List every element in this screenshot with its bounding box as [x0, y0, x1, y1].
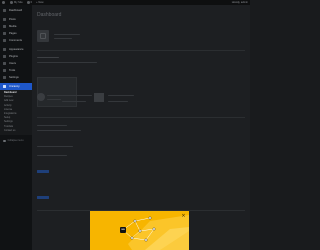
- sidebar-item-comments[interactable]: Comments: [0, 37, 32, 44]
- wordpress-logo[interactable]: [2, 1, 6, 4]
- section-text-line: [37, 125, 67, 127]
- sidebar-item-label: Posts: [9, 18, 16, 21]
- sidebar-item-appearance[interactable]: Appearance: [0, 46, 32, 53]
- sidebar-item-users[interactable]: Users: [0, 60, 32, 67]
- section-text-line: [37, 155, 67, 157]
- pin-icon: [3, 18, 6, 21]
- page-title: Dashboard: [37, 12, 62, 18]
- greeting: Howdy, admin: [231, 1, 248, 4]
- sidebar-item-label: Media: [9, 25, 17, 28]
- admin-sidebar: Dashboard Posts Media Pages Comments Appear…: [0, 5, 32, 250]
- list-text-line: [108, 101, 128, 103]
- list-text-line: [108, 95, 134, 97]
- header-text-line: [54, 38, 72, 40]
- wordpress-icon: [2, 1, 5, 4]
- plug-icon: [3, 55, 6, 58]
- site-name-link[interactable]: My Site: [10, 1, 23, 4]
- logo-icon: [40, 33, 46, 39]
- collapse-label: Collapse menu: [7, 139, 24, 143]
- new-content-link[interactable]: + New: [36, 1, 43, 4]
- sidebar-item-uncanny[interactable]: Uncanny: [0, 83, 32, 90]
- wrench-icon: [3, 69, 6, 72]
- header-text-line: [54, 34, 80, 36]
- new-label: + New: [36, 1, 44, 4]
- home-icon: [10, 1, 13, 4]
- action-link[interactable]: [37, 170, 49, 173]
- sidebar-item-media[interactable]: Media: [0, 23, 32, 30]
- comment-bubble-icon: [26, 1, 30, 4]
- sidebar-item-pages[interactable]: Pages: [0, 30, 32, 37]
- sidebar-item-label: Settings: [9, 76, 19, 79]
- submenu: Dashboard Recipes Add new Activity License In…: [0, 90, 32, 135]
- account-link[interactable]: Howdy, admin: [232, 1, 248, 4]
- promo-popup: ua ×: [90, 211, 189, 250]
- media-icon: [3, 25, 6, 28]
- sidebar-item-label: Uncanny: [9, 85, 20, 88]
- collapse-menu-button[interactable]: Collapse menu: [0, 138, 32, 144]
- dashboard-icon: [3, 9, 6, 12]
- plugin-logo-icon: [3, 85, 6, 88]
- sidebar-item-label: Appearance: [9, 48, 24, 51]
- popup-logo-icon: ua: [120, 227, 126, 233]
- info-card: [37, 77, 77, 107]
- plugin-logo: [37, 30, 49, 42]
- sidebar-item-posts[interactable]: Posts: [0, 16, 32, 23]
- divider: [37, 117, 245, 118]
- divider: [37, 50, 245, 51]
- sidebar-item-label: Pages: [9, 32, 17, 35]
- brush-icon: [3, 48, 6, 51]
- site-name: My Site: [14, 1, 23, 4]
- sidebar-item-plugins[interactable]: Plugins: [0, 53, 32, 60]
- comments-count: 0: [30, 1, 33, 4]
- close-icon[interactable]: ×: [181, 214, 186, 219]
- action-link[interactable]: [37, 196, 49, 199]
- user-icon: [3, 62, 6, 65]
- sidebar-item-tools[interactable]: Tools: [0, 67, 32, 74]
- submenu-item-contact-us[interactable]: Contact us: [0, 129, 32, 133]
- sidebar-item-dashboard[interactable]: Dashboard: [0, 7, 32, 14]
- page-icon: [3, 32, 6, 35]
- network-illustration: [122, 215, 189, 250]
- collapse-icon: [3, 139, 6, 143]
- thumbnail: [94, 93, 104, 102]
- sidebar-item-label: Comments: [9, 39, 22, 42]
- sidebar-item-settings[interactable]: Settings: [0, 74, 32, 81]
- popup-banner: ua ×: [90, 211, 189, 250]
- section-text-line: [37, 62, 97, 64]
- section-text-line: [37, 130, 81, 132]
- section-text-line: [37, 146, 73, 148]
- sidebar-item-label: Plugins: [9, 55, 18, 58]
- comment-icon: [3, 39, 6, 42]
- settings-icon: [3, 76, 6, 79]
- sidebar-item-label: Users: [9, 62, 17, 65]
- section-heading: [37, 57, 59, 59]
- comments-link[interactable]: 0: [26, 1, 33, 4]
- card-avatar: [37, 93, 45, 101]
- sidebar-item-label: Dashboard: [9, 9, 23, 12]
- sidebar-item-label: Tools: [9, 69, 16, 72]
